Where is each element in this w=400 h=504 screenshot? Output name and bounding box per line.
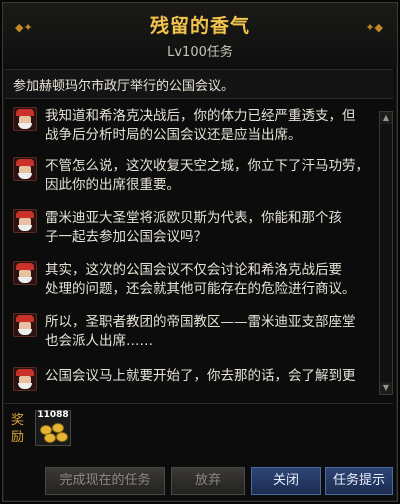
santa-npc-icon (13, 157, 37, 181)
quest-title: 残留的香气 (149, 15, 250, 37)
santa-npc-icon (13, 107, 37, 131)
title-bar: ◆✦ ✦◆ 残留的香气 Lv100任务 (3, 3, 397, 67)
quest-goal: 参加赫顿玛尔市政厅举行的公国会议。 (5, 69, 393, 99)
dialog-text: 不管怎么说，这次收复天空之城，你立下了汗马功劳， 因此你的出席很重要。 (45, 158, 369, 193)
scroll-down-icon[interactable]: ▼ (380, 382, 392, 394)
close-button[interactable]: 关闭 (251, 467, 321, 495)
button-bar: 完成现在的任务 放弃 关闭 任务提示 (3, 459, 397, 501)
santa-npc-icon (13, 313, 37, 337)
quest-hint-button[interactable]: 任务提示 (325, 467, 393, 495)
scroll-up-icon[interactable]: ▲ (380, 112, 392, 124)
dialog-text: 其实，这次的公国会议不仅会讨论和希洛克战后要 处理的问题，还会就其他可能存在的危… (45, 262, 356, 297)
dialog-scrollbar[interactable]: ▲ ▼ (379, 111, 393, 395)
reward-item-count: 11088 (37, 410, 69, 420)
complete-quest-button[interactable]: 完成现在的任务 (45, 467, 165, 495)
reward-label: 奖励 (11, 413, 25, 445)
santa-npc-icon (13, 209, 37, 233)
quest-level: Lv100任务 (167, 45, 233, 60)
dialog-text: 所以，圣职者教团的帝国教区——雷米迪亚支部座堂 也会派人出席…… (45, 314, 356, 349)
santa-npc-icon (13, 261, 37, 285)
reward-area: 奖励 11088 (5, 403, 393, 456)
santa-npc-icon (13, 367, 37, 391)
abandon-quest-button[interactable]: 放弃 (171, 467, 245, 495)
quest-window: ◆✦ ✦◆ 残留的香气 Lv100任务 参加赫顿玛尔市政厅举行的公国会议。 我知… (2, 2, 398, 502)
reward-gold-item[interactable]: 11088 (35, 410, 71, 446)
dialog-text: 我知道和希洛克决战后，你的体力已经严重透支，但 战争后分析时局的公国会议还是应当… (45, 108, 356, 143)
dialog-text: 公国会议马上就要开始了，你去那的话，会了解到更 (45, 368, 356, 384)
dialog-area: 我知道和希洛克决战后，你的体力已经严重透支，但 战争后分析时局的公国会议还是应当… (5, 101, 379, 397)
dialog-text: 雷米迪亚大圣堂将派欧贝斯为代表，你能和那个孩 子一起去参加公国会议吗？ (45, 210, 342, 245)
quest-goal-text: 参加赫顿玛尔市政厅举行的公国会议。 (13, 79, 235, 94)
